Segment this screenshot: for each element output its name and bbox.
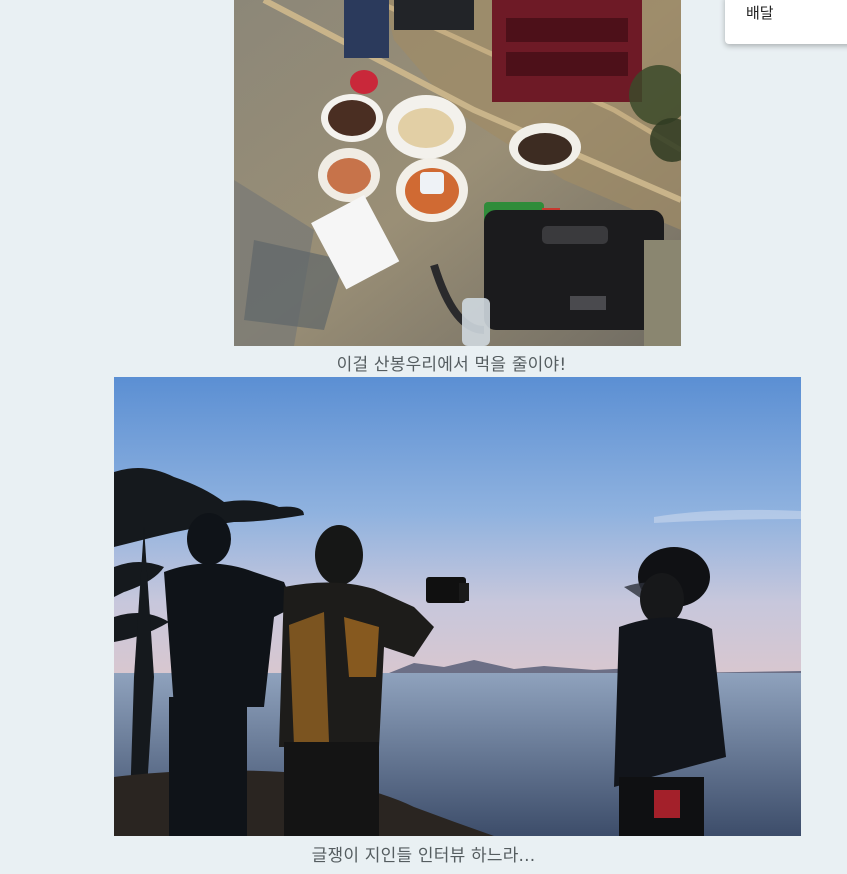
photo-caption: 글쟁이 지인들 인터뷰 하느라... <box>311 846 536 866</box>
menu-item-delivery[interactable]: 배달 <box>746 2 774 23</box>
photo-interview-cliff-image <box>114 377 801 836</box>
photo-interview-cliff[interactable] <box>114 377 801 836</box>
photo-mountain-food-image <box>234 0 681 346</box>
photo-mountain-food[interactable] <box>234 0 681 346</box>
dropdown-menu: 배달 <box>725 0 847 44</box>
photo-caption: 이걸 산봉우리에서 먹을 줄이야! <box>336 355 567 375</box>
